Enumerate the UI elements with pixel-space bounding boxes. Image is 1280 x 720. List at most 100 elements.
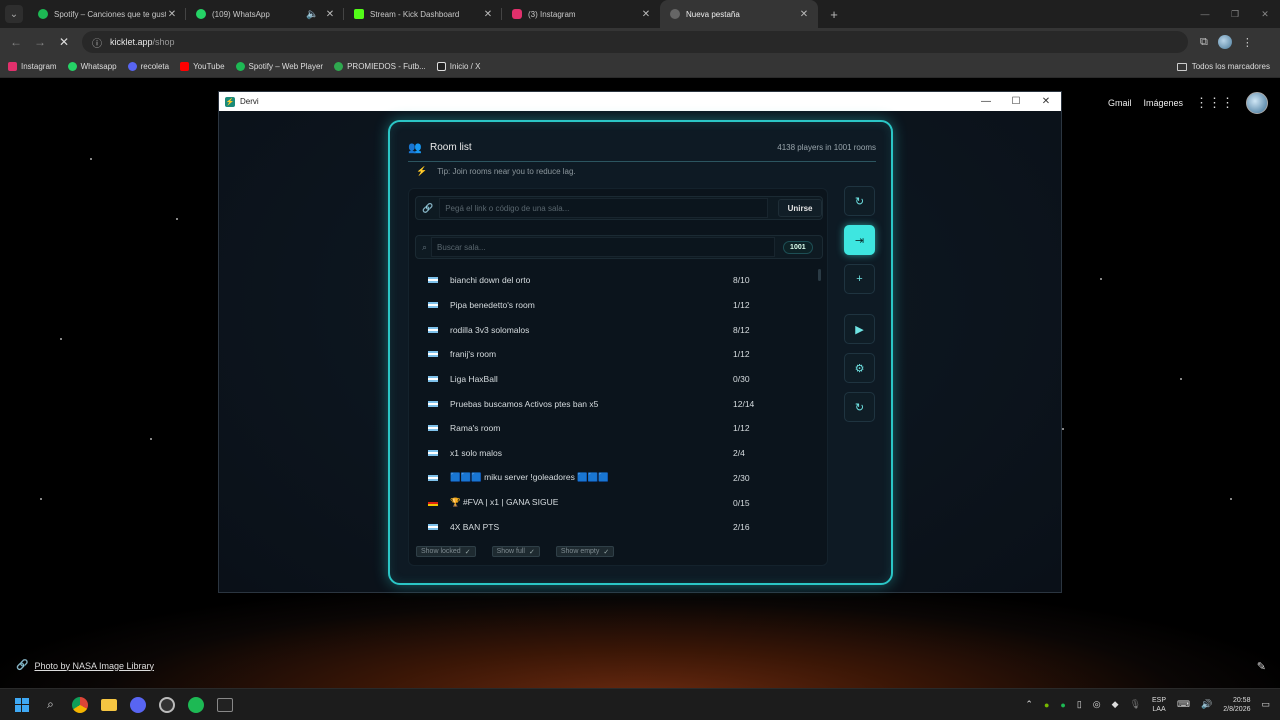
- room-row[interactable]: bianchi down del orto 8/10: [415, 268, 815, 293]
- mic-icon[interactable]: 🎙: [1130, 699, 1141, 710]
- tab-kick[interactable]: Stream - Kick Dashboard ✕: [344, 0, 502, 28]
- room-row[interactable]: 4X BAN PTS 2/16: [415, 515, 815, 536]
- images-link[interactable]: Imágenes: [1143, 98, 1183, 108]
- clock-date: 2/8/2026: [1223, 705, 1251, 713]
- bookmark-recoleta[interactable]: recoleta: [127, 62, 169, 71]
- extensions-icon[interactable]: ⧉: [1200, 36, 1208, 49]
- all-bookmarks[interactable]: Todos los marcadores: [1176, 62, 1270, 71]
- app-taskbar-icon[interactable]: [152, 693, 181, 717]
- clock[interactable]: 20:58 2/8/2026: [1223, 696, 1250, 714]
- room-row[interactable]: franij's room 1/12: [415, 342, 815, 367]
- room-list-scrollbar[interactable]: [818, 269, 821, 281]
- app-maximize-icon[interactable]: ☐: [1001, 96, 1031, 107]
- room-row[interactable]: Pipa benedetto's room 1/12: [415, 293, 815, 318]
- app-minimize-icon[interactable]: —: [971, 96, 1001, 107]
- notifications-icon[interactable]: ▭: [1261, 699, 1270, 710]
- join-button[interactable]: Unirse: [778, 199, 822, 217]
- chrome-taskbar-icon[interactable]: [65, 693, 94, 717]
- new-tab-icon[interactable]: +: [824, 7, 844, 22]
- bookmark-x[interactable]: Inicio / X: [436, 62, 480, 71]
- tab-spotify[interactable]: Spotify – Canciones que te gust ✕: [28, 0, 186, 28]
- apps-grid-icon[interactable]: ⋮⋮⋮: [1195, 95, 1234, 111]
- app-body: 👥 Room list 4138 players in 1001 rooms ⚡…: [219, 111, 1061, 592]
- network-icon[interactable]: ⌨: [1177, 699, 1190, 710]
- gmail-link[interactable]: Gmail: [1108, 98, 1132, 108]
- bookmark-instagram[interactable]: Instagram: [8, 62, 57, 71]
- dervi-taskbar-icon[interactable]: [210, 693, 239, 717]
- tab-new-tab[interactable]: Nueva pestaña ✕: [660, 0, 818, 28]
- mute-icon[interactable]: 🔈: [306, 9, 318, 20]
- tab-search-icon[interactable]: ⌄: [5, 5, 23, 23]
- steelseries-icon[interactable]: ◎: [1093, 699, 1101, 710]
- close-tab-icon[interactable]: ✕: [482, 9, 494, 20]
- back-icon[interactable]: ←: [4, 35, 28, 49]
- tab-label: (3) Instagram: [528, 9, 576, 19]
- spotify-tray-icon[interactable]: ●: [1060, 700, 1065, 710]
- bookmark-whatsapp[interactable]: Whatsapp: [67, 62, 117, 71]
- profile-avatar[interactable]: [1217, 35, 1232, 49]
- room-row[interactable]: 🏆 #FVA | x1 | GANA SIGUE 0/15: [415, 490, 815, 515]
- minimize-icon[interactable]: —: [1190, 9, 1220, 20]
- bookmark-promiedos[interactable]: PROMIEDOS - Futb...: [334, 62, 426, 71]
- bookmark-youtube[interactable]: YouTube: [180, 62, 225, 71]
- room-search-input[interactable]: [431, 237, 776, 257]
- check-icon: ✓: [464, 548, 471, 556]
- search-icon[interactable]: ⌕: [36, 693, 65, 717]
- room-row[interactable]: x1 solo malos 2/4: [415, 441, 815, 466]
- stop-loading-icon[interactable]: ✕: [52, 35, 76, 49]
- close-tab-icon[interactable]: ✕: [798, 9, 810, 20]
- file-explorer-icon[interactable]: [94, 693, 123, 717]
- argentina-flag-icon: [428, 302, 438, 309]
- discord-taskbar-icon[interactable]: [123, 693, 152, 717]
- room-players: 8/10: [733, 275, 750, 286]
- windows-taskbar: ⌕ ⌃ ● ● ▯ ◎ ◆ 🎙 ESP LAA ⌨ 🔊 20:58 2/8/2026…: [0, 688, 1280, 720]
- reload-button[interactable]: ↻: [844, 392, 875, 422]
- x-icon: [436, 62, 446, 71]
- join-room-row: 🔗 Unirse: [415, 196, 823, 220]
- language-indicator[interactable]: ESP LAA: [1152, 696, 1166, 714]
- close-tab-icon[interactable]: ✕: [324, 9, 336, 20]
- tab-whatsapp[interactable]: (109) WhatsApp 🔈 ✕: [186, 0, 344, 28]
- url-omnibox[interactable]: ⓘ kicklet.app/shop: [82, 31, 1188, 53]
- show-locked-toggle[interactable]: Show locked ✓: [416, 546, 476, 557]
- play-button[interactable]: ▶: [844, 314, 875, 344]
- room-row[interactable]: 🟦🟦🟦 miku server !goleadores 🟦🟦🟦 2/30: [415, 466, 815, 491]
- nvidia-icon[interactable]: ●: [1044, 700, 1049, 710]
- check-icon: ✓: [603, 548, 610, 556]
- close-tab-icon[interactable]: ✕: [166, 9, 178, 20]
- app-close-icon[interactable]: ✕: [1031, 96, 1061, 107]
- room-row[interactable]: rodilla 3v3 solomalos 8/12: [415, 317, 815, 342]
- tab-instagram[interactable]: (3) Instagram ✕: [502, 0, 660, 28]
- google-avatar[interactable]: [1246, 92, 1268, 114]
- photo-credit[interactable]: 🔗 Photo by NASA Image Library: [16, 660, 154, 671]
- site-info-icon[interactable]: ⓘ: [92, 35, 102, 50]
- room-row[interactable]: Rama's room 1/12: [415, 416, 815, 441]
- show-full-toggle[interactable]: Show full ✓: [491, 546, 540, 557]
- usb-icon[interactable]: ▯: [1077, 699, 1082, 710]
- close-tab-icon[interactable]: ✕: [640, 9, 652, 20]
- bookmark-spotify[interactable]: Spotify – Web Player: [235, 62, 323, 71]
- enter-icon: ⇥: [854, 234, 865, 247]
- forward-icon[interactable]: →: [28, 35, 52, 49]
- start-button[interactable]: [7, 693, 36, 717]
- room-list[interactable]: bianchi down del orto 8/10 Pipa benedetto…: [415, 268, 815, 536]
- tip-text: Tip: Join rooms near you to reduce lag.: [437, 167, 576, 176]
- close-window-icon[interactable]: ✕: [1250, 9, 1280, 20]
- room-row[interactable]: Pruebas buscamos Activos ptes ban x5 12/1…: [415, 391, 815, 416]
- argentina-flag-icon: [428, 450, 438, 457]
- settings-button[interactable]: ⚙: [844, 353, 875, 383]
- room-row[interactable]: Liga HaxBall 0/30: [415, 367, 815, 392]
- customize-pencil-icon[interactable]: ✎: [1257, 660, 1266, 673]
- chevron-up-icon[interactable]: ⌃: [1025, 699, 1033, 710]
- spotify-taskbar-icon[interactable]: [181, 693, 210, 717]
- join-room-button[interactable]: ⇥: [844, 225, 875, 255]
- show-empty-toggle[interactable]: Show empty ✓: [555, 546, 615, 557]
- create-room-button[interactable]: +: [844, 264, 875, 294]
- discord-tray-icon[interactable]: ◆: [1112, 699, 1119, 710]
- room-link-input[interactable]: [439, 198, 769, 218]
- volume-icon[interactable]: 🔊: [1201, 699, 1212, 710]
- refresh-button[interactable]: ↻: [844, 186, 875, 216]
- link-icon: 🔗: [422, 202, 434, 213]
- menu-kebab-icon[interactable]: ⋮: [1242, 36, 1253, 49]
- restore-icon[interactable]: ❐: [1220, 9, 1250, 20]
